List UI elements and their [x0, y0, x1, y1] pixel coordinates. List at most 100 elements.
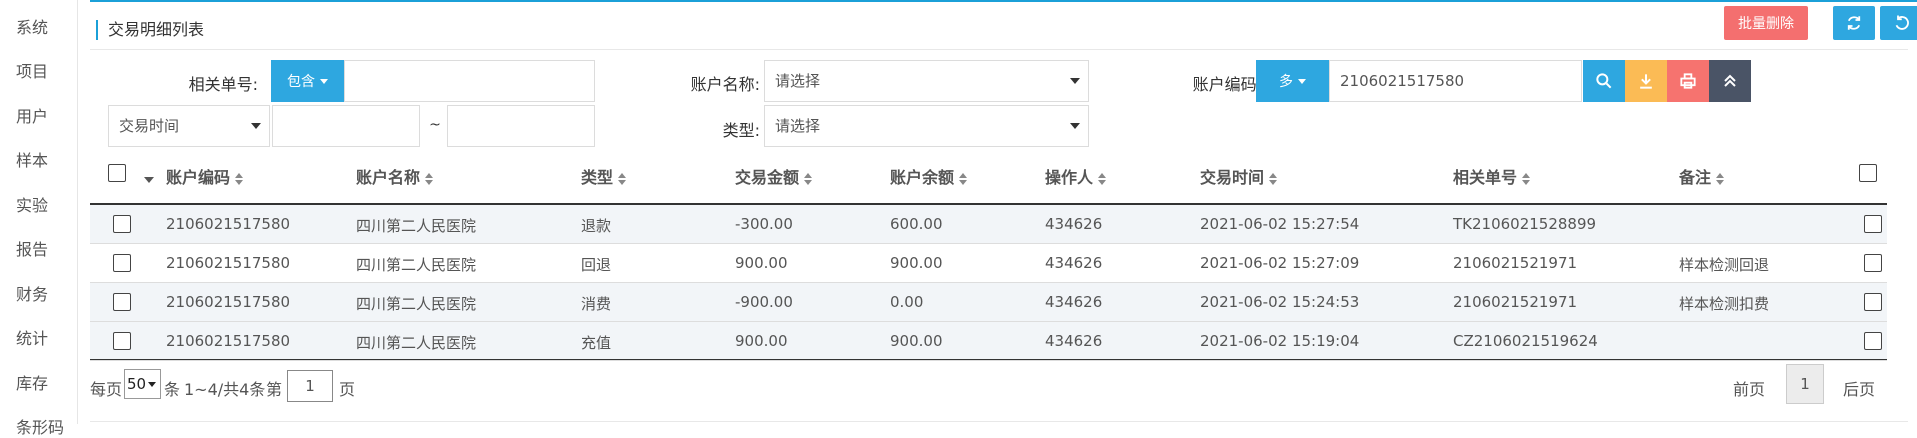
cell-account-code: 2106021517580	[166, 332, 291, 350]
chevron-down-icon	[148, 382, 156, 387]
cell-balance: 600.00	[890, 215, 943, 233]
sort-icon	[959, 172, 968, 185]
cell-ref-no: 2106021521971	[1453, 293, 1578, 311]
cell-amount: -900.00	[735, 293, 793, 311]
chevron-down-icon	[1070, 123, 1080, 129]
cell-account-name: 四川第二人民医院	[356, 295, 477, 313]
cell-account-code: 2106021517580	[166, 254, 291, 272]
refresh-icon	[1847, 16, 1861, 30]
sidebar-item-statistics[interactable]: 统计	[16, 325, 48, 349]
title-divider	[90, 49, 1908, 50]
print-button[interactable]	[1667, 60, 1709, 102]
row-end-checkbox[interactable]	[1864, 293, 1882, 311]
export-button[interactable]	[1625, 60, 1667, 102]
main-panel: 交易明细列表 批量删除 相关单号: 包含 账户名称: 请选择 账户编码: 多 2…	[90, 0, 1917, 424]
sort-icon	[1269, 172, 1278, 185]
column-header-amount[interactable]: 交易金额	[735, 164, 813, 188]
cell-type: 消费	[581, 295, 612, 313]
sidebar-item-report[interactable]: 报告	[16, 236, 48, 260]
per-page-value: 50	[127, 375, 147, 393]
column-header-balance[interactable]: 账户余额	[890, 164, 968, 188]
column-header-type[interactable]: 类型	[581, 164, 627, 188]
cell-balance: 900.00	[890, 332, 943, 350]
table-row[interactable]: 2106021517580 四川第二人民医院 退款 -300.00 600.00…	[90, 205, 1887, 244]
current-page-button[interactable]: 1	[1786, 364, 1824, 404]
ref-no-mode-button[interactable]: 包含	[271, 60, 344, 102]
cell-operator: 434626	[1045, 332, 1103, 350]
column-header-remark[interactable]: 备注	[1679, 164, 1725, 188]
caret-down-icon	[320, 78, 328, 84]
sidebar: 系统 项目 用户 样本 实验 报告 财务 统计 库存 条形码	[0, 0, 78, 437]
sort-icon	[1716, 172, 1725, 185]
row-checkbox[interactable]	[113, 293, 131, 311]
collapse-button[interactable]	[1709, 60, 1751, 102]
row-checkbox[interactable]	[113, 215, 131, 233]
sidebar-item-barcode[interactable]: 条形码	[16, 414, 64, 438]
time-start-input[interactable]	[272, 105, 420, 147]
cell-ref-no: CZ2106021519624	[1453, 332, 1598, 350]
type-label: 类型:	[722, 121, 760, 140]
account-name-value: 请选择	[775, 72, 821, 90]
cell-operator: 434626	[1045, 254, 1103, 272]
cell-account-name: 四川第二人民医院	[356, 217, 477, 235]
type-select[interactable]: 请选择	[764, 105, 1089, 147]
column-settings-checkbox[interactable]	[1859, 164, 1877, 182]
sidebar-item-system[interactable]: 系统	[16, 14, 48, 38]
cell-amount: 900.00	[735, 332, 788, 350]
cell-account-code: 2106021517580	[166, 215, 291, 233]
page-number-input[interactable]: 1	[287, 370, 333, 402]
cell-amount: -300.00	[735, 215, 793, 233]
row-end-checkbox[interactable]	[1864, 254, 1882, 272]
row-checkbox[interactable]	[113, 254, 131, 272]
back-icon	[1895, 15, 1909, 30]
account-name-select[interactable]: 请选择	[764, 60, 1089, 102]
prev-page-link[interactable]: 前页	[1733, 376, 1765, 400]
row-end-checkbox[interactable]	[1864, 332, 1882, 350]
time-field-value: 交易时间	[119, 117, 180, 135]
cell-ref-no: 2106021521971	[1453, 254, 1578, 272]
chevron-down-icon	[251, 123, 261, 129]
cell-amount: 900.00	[735, 254, 788, 272]
cell-operator: 434626	[1045, 215, 1103, 233]
cell-operator: 434626	[1045, 293, 1103, 311]
cell-balance: 900.00	[890, 254, 943, 272]
sort-icon	[804, 172, 813, 185]
caret-down-icon	[1298, 78, 1306, 84]
table-row[interactable]: 2106021517580 四川第二人民医院 回退 900.00 900.00 …	[90, 244, 1887, 283]
column-header-operator[interactable]: 操作人	[1045, 164, 1107, 188]
time-field-select[interactable]: 交易时间	[108, 105, 270, 147]
cell-account-name: 四川第二人民医院	[356, 256, 477, 274]
next-page-link[interactable]: 后页	[1843, 376, 1875, 400]
sidebar-item-finance[interactable]: 财务	[16, 281, 48, 305]
batch-delete-button[interactable]: 批量删除	[1724, 6, 1808, 40]
sidebar-item-project[interactable]: 项目	[16, 58, 48, 82]
refresh-button[interactable]	[1833, 6, 1875, 40]
sidebar-item-inventory[interactable]: 库存	[16, 370, 48, 394]
time-end-input[interactable]	[447, 105, 595, 147]
caret-down-icon[interactable]	[144, 177, 154, 183]
cell-type: 回退	[581, 256, 612, 274]
column-header-time[interactable]: 交易时间	[1200, 164, 1278, 188]
row-checkbox[interactable]	[113, 332, 131, 350]
search-button[interactable]	[1583, 60, 1625, 102]
select-all-checkbox[interactable]	[108, 164, 126, 182]
sidebar-item-sample[interactable]: 样本	[16, 147, 48, 171]
account-code-mode-button[interactable]: 多	[1256, 60, 1329, 102]
top-accent-line	[90, 0, 1917, 2]
ref-no-input[interactable]	[344, 60, 595, 102]
sidebar-item-experiment[interactable]: 实验	[16, 192, 48, 216]
cell-account-name: 四川第二人民医院	[356, 334, 477, 352]
column-header-account-name[interactable]: 账户名称	[356, 164, 434, 188]
per-page-select[interactable]: 50	[124, 369, 161, 399]
back-button[interactable]	[1880, 6, 1917, 40]
cell-remark: 样本检测扣费	[1679, 295, 1770, 313]
per-page-suffix: 条	[164, 380, 181, 399]
column-header-ref-no[interactable]: 相关单号	[1453, 164, 1531, 188]
row-end-checkbox[interactable]	[1864, 215, 1882, 233]
table-row[interactable]: 2106021517580 四川第二人民医院 充值 900.00 900.00 …	[90, 322, 1887, 361]
account-code-input[interactable]: 2106021517580	[1329, 60, 1582, 102]
panel-bottom-divider	[90, 421, 1908, 422]
table-row[interactable]: 2106021517580 四川第二人民医院 消费 -900.00 0.00 4…	[90, 283, 1887, 322]
column-header-account-code[interactable]: 账户编码	[166, 164, 244, 188]
sidebar-item-user[interactable]: 用户	[16, 103, 48, 127]
